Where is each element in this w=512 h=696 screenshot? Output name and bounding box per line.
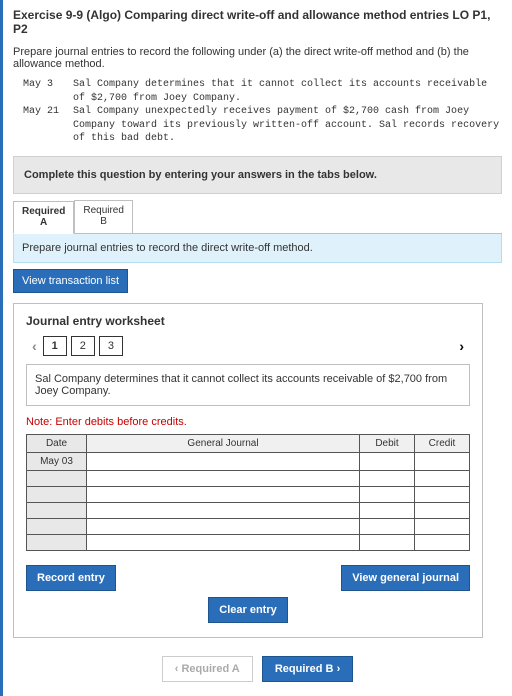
trans-text: Sal Company determines that it cannot co… <box>73 78 502 105</box>
cell-account[interactable] <box>87 502 360 518</box>
exercise-title: Exercise 9-9 (Algo) Comparing direct wri… <box>13 8 502 36</box>
chevron-right-icon[interactable]: › <box>453 338 470 354</box>
cell-debit[interactable] <box>360 534 415 550</box>
cell-account[interactable] <box>87 518 360 534</box>
trans-text: Sal Company unexpectedly receives paymen… <box>73 105 502 146</box>
worksheet-title: Journal entry worksheet <box>26 314 470 328</box>
view-transaction-list-button[interactable]: View transaction list <box>13 269 128 293</box>
tab-required-a[interactable]: RequiredA <box>13 201 74 234</box>
chevron-left-icon: ‹ <box>175 663 179 675</box>
trans-date: May 21 <box>23 105 73 146</box>
cell-date[interactable] <box>27 470 87 486</box>
col-general-journal: General Journal <box>87 434 360 452</box>
bottom-nav: ‹ Required A Required B › <box>13 656 502 682</box>
cell-credit[interactable] <box>415 452 470 470</box>
cell-debit[interactable] <box>360 502 415 518</box>
transactions-block: May 3 Sal Company determines that it can… <box>23 78 502 146</box>
cell-credit[interactable] <box>415 534 470 550</box>
cell-credit[interactable] <box>415 518 470 534</box>
cell-debit[interactable] <box>360 470 415 486</box>
cell-credit[interactable] <box>415 486 470 502</box>
prev-required-button[interactable]: ‹ Required A <box>162 656 253 682</box>
cell-date[interactable] <box>27 518 87 534</box>
col-credit: Credit <box>415 434 470 452</box>
cell-account[interactable] <box>87 534 360 550</box>
cell-account[interactable] <box>87 452 360 470</box>
entry-description: Sal Company determines that it cannot co… <box>26 364 470 406</box>
sub-instruction: Prepare journal entries to record the di… <box>13 234 502 263</box>
cell-date[interactable] <box>27 534 87 550</box>
nav-next-label: Required B <box>275 663 334 675</box>
journal-entry-table: Date General Journal Debit Credit May 03 <box>26 434 470 551</box>
chevron-right-icon: › <box>337 663 341 675</box>
col-date: Date <box>27 434 87 452</box>
chevron-left-icon[interactable]: ‹ <box>26 338 43 354</box>
clear-entry-button[interactable]: Clear entry <box>208 597 287 623</box>
cell-debit[interactable] <box>360 518 415 534</box>
cell-date[interactable] <box>27 486 87 502</box>
cell-debit[interactable] <box>360 452 415 470</box>
entry-tab-1[interactable]: 1 <box>43 336 67 356</box>
next-required-button[interactable]: Required B › <box>262 656 353 682</box>
col-debit: Debit <box>360 434 415 452</box>
exercise-intro: Prepare journal entries to record the fo… <box>13 46 502 70</box>
record-entry-button[interactable]: Record entry <box>26 565 116 591</box>
entry-nav: ‹ 1 2 3 › <box>26 336 470 356</box>
cell-credit[interactable] <box>415 502 470 518</box>
entry-tab-3[interactable]: 3 <box>99 336 123 356</box>
complete-instruction: Complete this question by entering your … <box>13 156 502 194</box>
cell-debit[interactable] <box>360 486 415 502</box>
entry-tab-2[interactable]: 2 <box>71 336 95 356</box>
debit-credit-note: Note: Enter debits before credits. <box>26 416 470 428</box>
cell-account[interactable] <box>87 470 360 486</box>
cell-credit[interactable] <box>415 470 470 486</box>
nav-prev-label: Required A <box>181 663 239 675</box>
journal-worksheet: Journal entry worksheet ‹ 1 2 3 › Sal Co… <box>13 303 483 638</box>
tab-label: RequiredA <box>22 206 65 229</box>
cell-date[interactable]: May 03 <box>27 452 87 470</box>
view-general-journal-button[interactable]: View general journal <box>341 565 470 591</box>
tab-required-b[interactable]: RequiredB <box>74 200 133 233</box>
cell-date[interactable] <box>27 502 87 518</box>
tab-label: RequiredB <box>83 205 124 228</box>
trans-date: May 3 <box>23 78 73 105</box>
cell-account[interactable] <box>87 486 360 502</box>
tabs: RequiredA RequiredB <box>13 200 502 234</box>
